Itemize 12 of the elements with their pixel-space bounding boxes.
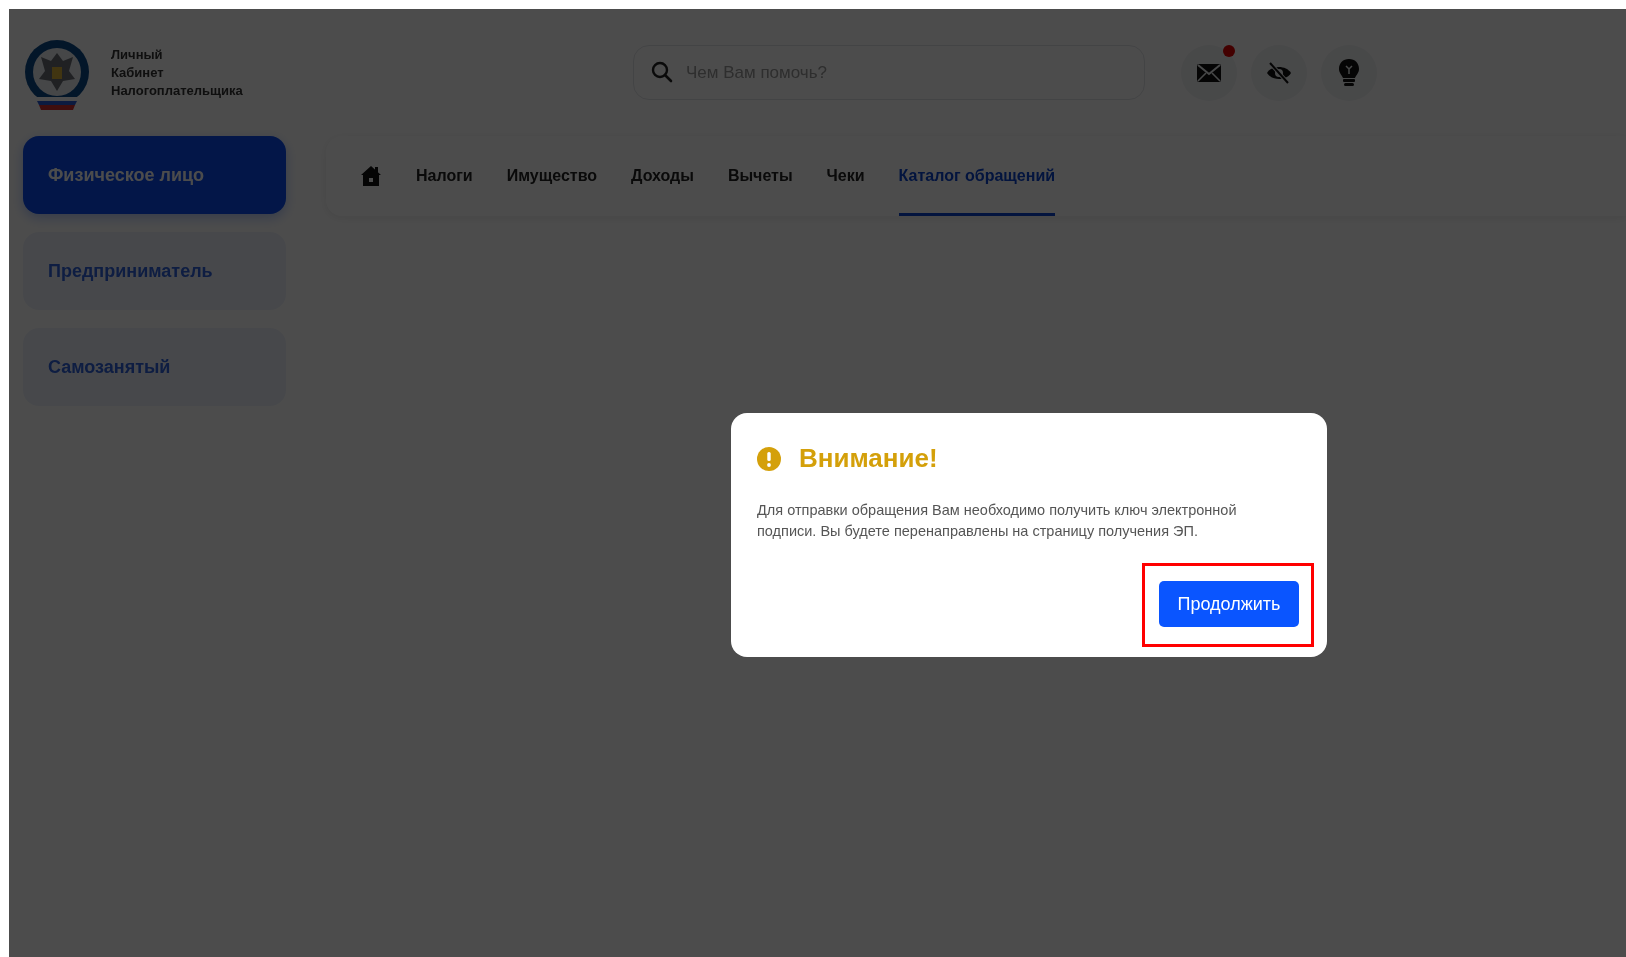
brand-title: Кабинет [111, 63, 165, 82]
brand-title: Налогоплательщика [111, 81, 243, 100]
nav-tab[interactable]: Чеки [826, 136, 865, 216]
nav-tab[interactable]: Имущество [506, 136, 598, 216]
continue-button[interactable]: Продолжить [1159, 581, 1299, 627]
nav-tab[interactable]: Доходы [631, 136, 694, 216]
brand-title: Личный [111, 45, 164, 64]
nav-tab[interactable]: Налоги [416, 136, 473, 216]
warning-icon [757, 446, 781, 471]
dialog-title: Внимание! [799, 443, 938, 474]
dialog-message: Для отправки обращения Вам необходимо получить ключ электронной подписи. Вы будете перенаправлены на страницу получения ЭП. [757, 501, 1238, 541]
nav-tab[interactable]: Вычеты [727, 136, 793, 216]
